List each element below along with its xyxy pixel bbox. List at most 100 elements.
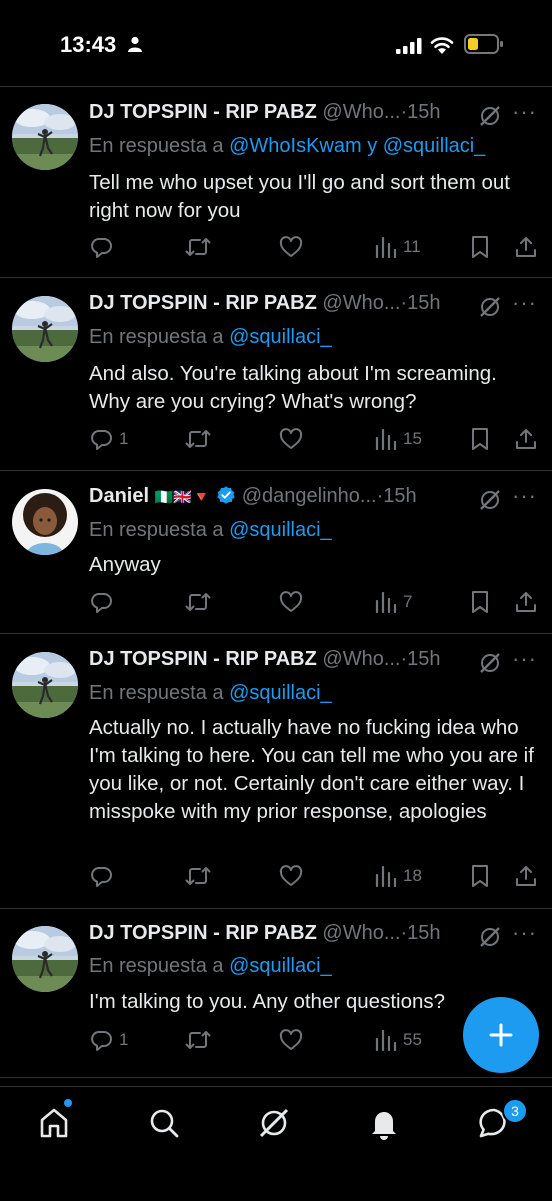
like-icon (279, 1029, 303, 1050)
more-icon[interactable]: ··· (512, 290, 537, 316)
like-icon (279, 236, 303, 257)
reply-mention[interactable]: @squillaci_ (229, 955, 332, 977)
views-button[interactable]: 18 (375, 863, 422, 889)
like-button[interactable] (279, 234, 303, 260)
retweet-button[interactable] (185, 863, 211, 889)
avatar[interactable] (12, 104, 78, 170)
user-handle[interactable]: @Who... (322, 101, 400, 123)
views-button[interactable]: 15 (375, 426, 422, 452)
views-icon (375, 591, 397, 614)
reply-mention[interactable]: @squillaci_ (229, 326, 332, 348)
like-icon (279, 591, 303, 612)
avatar-photo (12, 489, 78, 555)
retweet-button[interactable] (185, 426, 211, 452)
reply-button[interactable]: 1 (89, 426, 128, 452)
more-icon[interactable]: ··· (512, 920, 537, 946)
compose-icon (489, 1023, 513, 1047)
views-button[interactable]: 7 (375, 589, 412, 615)
reply-button[interactable] (89, 234, 119, 260)
display-name[interactable]: DJ TOPSPIN - RIP PABZ (89, 292, 317, 314)
more-icon[interactable]: ··· (512, 99, 537, 125)
person-icon (128, 36, 142, 52)
grok-icon[interactable] (478, 651, 502, 675)
compose-button[interactable] (463, 997, 539, 1073)
tweet-actions: 11 (89, 234, 539, 262)
views-button[interactable]: 55 (375, 1027, 422, 1053)
user-handle[interactable]: @Who... (322, 648, 400, 670)
like-button[interactable] (279, 1027, 303, 1053)
tweet-header: DJ TOPSPIN - RIP PABZ @Who...·15h (89, 292, 482, 320)
reply-button[interactable]: 1 (89, 1027, 128, 1053)
avatar[interactable] (12, 296, 78, 362)
like-icon (279, 428, 303, 449)
avatar[interactable] (12, 652, 78, 718)
retweet-icon (185, 238, 211, 256)
reply-context: En respuesta a @squillaci_ (89, 955, 332, 978)
tweet-time[interactable]: 15h (407, 292, 440, 314)
retweet-icon (185, 430, 211, 448)
display-name[interactable]: DJ TOPSPIN - RIP PABZ (89, 922, 317, 944)
grok-icon[interactable] (478, 295, 502, 319)
more-icon[interactable]: ··· (512, 483, 537, 509)
avatar-photo (12, 296, 78, 362)
grok-icon[interactable] (478, 488, 502, 512)
status-time: 13:43 (60, 32, 117, 57)
tweet-time[interactable]: 15h (407, 648, 440, 670)
tweet[interactable]: DJ TOPSPIN - RIP PABZ @Who...·15h ··· En… (0, 634, 552, 909)
views-button[interactable]: 11 (375, 234, 421, 260)
nav-grok[interactable] (256, 1105, 296, 1145)
tweet-time[interactable]: 15h (383, 485, 416, 507)
battery-icon (464, 34, 503, 54)
display-name[interactable]: DJ TOPSPIN - RIP PABZ (89, 101, 317, 123)
share-button[interactable] (514, 863, 538, 889)
nav-notifications[interactable] (366, 1105, 406, 1145)
reply-button[interactable] (89, 589, 119, 615)
tweet[interactable]: Daniel 🇳🇬🇬🇧🔻 @dangelinho...·15h ··· En r… (0, 471, 552, 634)
share-icon (516, 237, 536, 257)
home-unread-dot (64, 1099, 72, 1107)
retweet-button[interactable] (185, 234, 211, 260)
bookmark-button[interactable] (470, 589, 490, 615)
retweet-button[interactable] (185, 589, 211, 615)
retweet-button[interactable] (185, 1027, 211, 1053)
like-button[interactable] (279, 589, 303, 615)
tweet-time[interactable]: 15h (407, 101, 440, 123)
tweet-header: Daniel 🇳🇬🇬🇧🔻 @dangelinho...·15h (89, 485, 482, 513)
nav-search[interactable] (146, 1105, 186, 1145)
share-icon (516, 592, 536, 612)
bookmark-button[interactable] (470, 426, 490, 452)
status-bar: 13:43 (0, 0, 552, 86)
display-name[interactable]: DJ TOPSPIN - RIP PABZ (89, 648, 317, 670)
reply-mention[interactable]: @squillaci_ (229, 519, 332, 541)
retweet-icon (185, 1031, 211, 1049)
avatar-photo (12, 926, 78, 992)
avatar-photo (12, 104, 78, 170)
grok-icon[interactable] (478, 925, 502, 949)
like-button[interactable] (279, 426, 303, 452)
tweet[interactable]: DJ TOPSPIN - RIP PABZ @Who...·15h ··· En… (0, 87, 552, 278)
avatar[interactable] (12, 489, 78, 555)
grok-icon[interactable] (478, 104, 502, 128)
share-button[interactable] (514, 234, 538, 260)
share-button[interactable] (514, 589, 538, 615)
display-name[interactable]: Daniel (89, 485, 149, 507)
avatar[interactable] (12, 926, 78, 992)
reply-mention[interactable]: @squillaci_ (229, 682, 332, 704)
nav-home[interactable] (36, 1105, 76, 1145)
bookmark-button[interactable] (470, 234, 490, 260)
reply-prefix: En respuesta a (89, 519, 224, 541)
user-handle[interactable]: @dangelinho... (242, 485, 377, 507)
user-handle[interactable]: @Who... (322, 922, 400, 944)
avatar-photo (12, 652, 78, 718)
tweet[interactable]: DJ TOPSPIN - RIP PABZ @Who...·15h ··· En… (0, 278, 552, 471)
reply-mention[interactable]: @WhoIsKwam y @squillaci_ (229, 135, 485, 157)
tweet-time[interactable]: 15h (407, 922, 440, 944)
more-icon[interactable]: ··· (512, 646, 537, 672)
like-button[interactable] (279, 863, 303, 889)
reply-button[interactable] (89, 863, 119, 889)
reply-context: En respuesta a @squillaci_ (89, 682, 332, 705)
bookmark-button[interactable] (470, 863, 490, 889)
share-button[interactable] (514, 426, 538, 452)
user-handle[interactable]: @Who... (322, 292, 400, 314)
reply-icon (91, 430, 112, 450)
